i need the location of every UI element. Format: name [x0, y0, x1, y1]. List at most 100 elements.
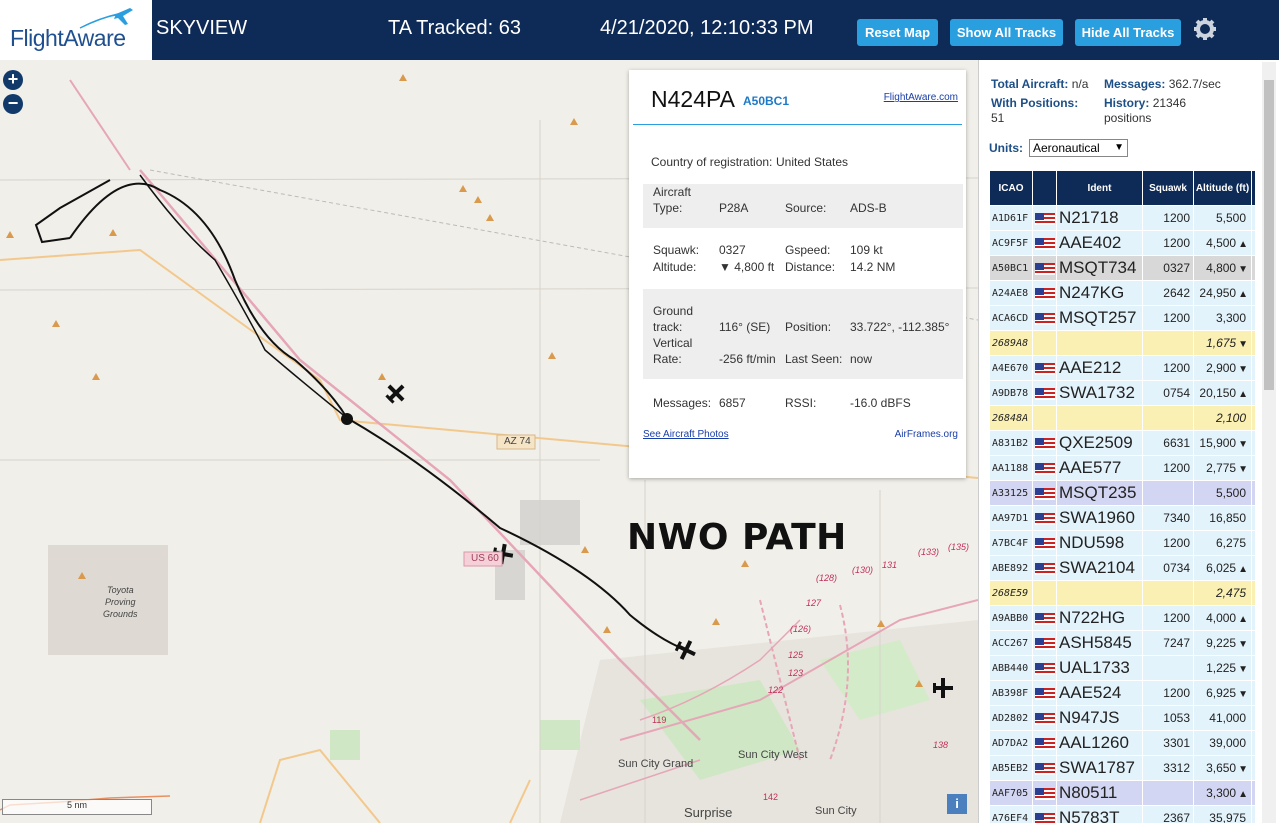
squawk-cell: 0734: [1142, 555, 1194, 581]
spacer-cell: [1251, 455, 1256, 481]
route-131-label: 131: [882, 560, 898, 570]
position-label: Position:: [785, 320, 832, 334]
table-row[interactable]: ACC267 ASH5845 7247 9,225 ▼: [989, 630, 1256, 656]
table-row[interactable]: AAF705 N80511 3,300 ▲: [989, 780, 1256, 806]
popup-divider: [633, 124, 962, 125]
altitude-trend-icon: ▼: [1238, 464, 1248, 475]
table-row[interactable]: A7BC4F NDU598 1200 6,275: [989, 530, 1256, 556]
table-row[interactable]: AD7DA2 AAL1260 3301 39,000: [989, 730, 1256, 756]
spacer-cell: [1251, 330, 1256, 356]
table-row[interactable]: A33125 MSQT235 5,500: [989, 480, 1256, 506]
spacer-cell: [1251, 680, 1256, 706]
us-flag-icon: [1035, 312, 1055, 325]
flightaware-link[interactable]: FlightAware.com: [884, 92, 958, 103]
col-icao[interactable]: ICAO: [989, 170, 1033, 206]
aircraft-type-label-2: Type:: [653, 201, 683, 215]
source-value: ADS-B: [850, 201, 887, 215]
altitude-trend-icon: ▼: [1238, 639, 1248, 650]
table-row[interactable]: A24AE8 N247KG 2642 24,950 ▲: [989, 280, 1256, 306]
table-row[interactable]: A4E670 AAE212 1200 2,900 ▼: [989, 355, 1256, 381]
col-squawk[interactable]: Squawk: [1142, 170, 1194, 206]
flightaware-logo[interactable]: FlightAware: [0, 0, 152, 60]
table-row[interactable]: A9DB78 SWA1732 0754 20,150 ▲: [989, 380, 1256, 406]
map-label-toyota: Toyota: [107, 585, 134, 595]
map-label-sun-city: Sun City: [815, 805, 857, 817]
flag-cell: [1032, 430, 1057, 456]
spacer-cell: [1251, 730, 1256, 756]
airframes-link[interactable]: AirFrames.org: [895, 429, 958, 440]
flag-cell: [1032, 680, 1057, 706]
icao-cell: AC9F5F: [989, 230, 1033, 256]
table-row[interactable]: AB398F AAE524 1200 6,925 ▼: [989, 680, 1256, 706]
messages-rate: Messages: 362.7/sec: [1104, 77, 1221, 91]
table-row[interactable]: 2689A8 1,675 ▼: [989, 330, 1256, 356]
table-row[interactable]: 268E59 2,475: [989, 580, 1256, 606]
altitude-cell: 41,000: [1193, 705, 1252, 731]
scrollbar-thumb[interactable]: [1264, 80, 1274, 390]
altitude-value: 39,000: [1209, 736, 1246, 750]
aircraft-table-body: A1D61F N21718 1200 5,500 AC9F5F AAE402 1200 4,5…: [989, 205, 1256, 823]
info-button[interactable]: i: [947, 794, 967, 814]
spacer-cell: [1251, 705, 1256, 731]
sidebar-scrollbar[interactable]: [1262, 62, 1276, 823]
altitude-cell: 39,000: [1193, 730, 1252, 756]
table-row[interactable]: ABB440 UAL1733 1,225 ▼: [989, 655, 1256, 681]
altitude-value: 41,000: [1209, 711, 1246, 725]
altitude-cell: 6,275: [1193, 530, 1252, 556]
table-row[interactable]: A1D61F N21718 1200 5,500: [989, 205, 1256, 231]
table-row[interactable]: A50BC1 MSQT734 0327 4,800 ▼: [989, 255, 1256, 281]
ident-cell: MSQT257: [1056, 305, 1143, 331]
table-row[interactable]: 26848A 2,100: [989, 405, 1256, 431]
squawk-cell: 1200: [1142, 205, 1194, 231]
us-flag-icon: [1035, 437, 1055, 450]
messages-rate-label: Messages:: [1104, 77, 1166, 91]
squawk-cell: 1200: [1142, 355, 1194, 381]
altitude-cell: 5,500: [1193, 480, 1252, 506]
us-flag-icon: [1035, 687, 1055, 700]
col-altitude[interactable]: Altitude (ft): [1193, 170, 1252, 206]
altitude-cell: 1,225 ▼: [1193, 655, 1252, 681]
altitude-cell: 2,775 ▼: [1193, 455, 1252, 481]
altitude-value: 35,975: [1209, 811, 1246, 823]
zoom-in-button[interactable]: +: [3, 70, 23, 90]
map-label-proving: Proving: [105, 597, 136, 607]
table-row[interactable]: ACA6CD MSQT257 1200 3,300: [989, 305, 1256, 331]
table-row[interactable]: A76EF4 N5783T 2367 35,975: [989, 805, 1256, 823]
spacer-cell: [1251, 480, 1256, 506]
flag-cell: [1032, 555, 1057, 581]
table-row[interactable]: AC9F5F AAE402 1200 4,500 ▲: [989, 230, 1256, 256]
spacer-cell: [1251, 280, 1256, 306]
see-aircraft-photos-link[interactable]: See Aircraft Photos: [643, 429, 729, 440]
table-row[interactable]: AA97D1 SWA1960 7340 16,850: [989, 505, 1256, 531]
squawk-cell: 1200: [1142, 230, 1194, 256]
icao-cell: A76EF4: [989, 805, 1033, 823]
table-row[interactable]: A9ABB0 N722HG 1200 4,000 ▲: [989, 605, 1256, 631]
gear-icon[interactable]: [1192, 16, 1218, 42]
zoom-out-button[interactable]: −: [3, 94, 23, 114]
table-row[interactable]: AB5EB2 SWA1787 3312 3,650 ▼: [989, 755, 1256, 781]
col-flag[interactable]: [1032, 170, 1057, 206]
aircraft-type-label-1: Aircraft: [653, 185, 692, 199]
hide-all-tracks-button[interactable]: Hide All Tracks: [1075, 19, 1181, 46]
altitude-value: 15,900: [1199, 436, 1237, 450]
total-aircraft: Total Aircraft: n/a: [991, 77, 1088, 91]
spacer-cell: [1251, 655, 1256, 681]
route-119-label: 119: [652, 715, 667, 725]
history: History: 21346: [1104, 96, 1186, 110]
show-all-tracks-button[interactable]: Show All Tracks: [950, 19, 1063, 46]
table-row[interactable]: AA1188 AAE577 1200 2,775 ▼: [989, 455, 1256, 481]
altitude-value: 9,225: [1206, 636, 1237, 650]
icao-cell: AD2802: [989, 705, 1033, 731]
flag-cell: [1032, 205, 1057, 231]
units-select[interactable]: Aeronautical ▼: [1029, 139, 1128, 157]
altitude-trend-icon: ▼: [1238, 764, 1248, 775]
table-row[interactable]: ABE892 SWA2104 0734 6,025 ▲: [989, 555, 1256, 581]
icao-cell: A50BC1: [989, 255, 1033, 281]
popup-hex[interactable]: A50BC1: [743, 94, 789, 108]
table-row[interactable]: AD2802 N947JS 1053 41,000: [989, 705, 1256, 731]
altitude-cell: 6,025 ▲: [1193, 555, 1252, 581]
ident-cell: [1056, 405, 1143, 431]
table-row[interactable]: A831B2 QXE2509 6631 15,900 ▼: [989, 430, 1256, 456]
reset-map-button[interactable]: Reset Map: [857, 19, 938, 46]
col-ident[interactable]: Ident: [1056, 170, 1143, 206]
